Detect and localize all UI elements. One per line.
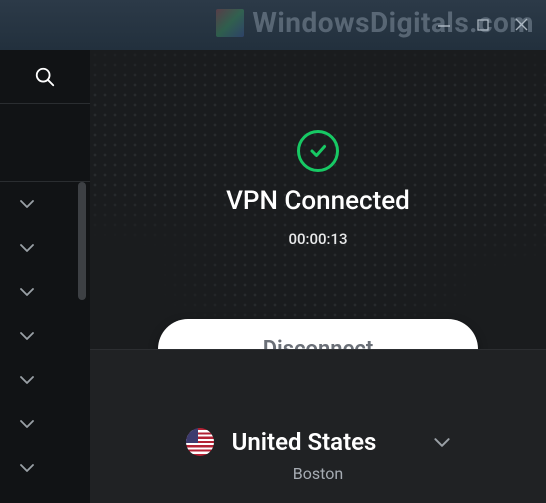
chevron-down-icon [20,287,34,297]
sidebar-item[interactable] [0,226,90,270]
location-city: Boston [293,464,343,483]
chevron-down-icon [20,331,34,341]
us-flag-icon [186,428,214,456]
location-area: United States Boston [90,350,546,503]
window-titlebar [0,0,546,50]
search-button[interactable] [0,50,90,104]
minimize-button[interactable] [437,16,451,35]
location-selector[interactable]: United States [186,428,451,456]
sidebar [0,50,90,503]
search-icon [34,66,56,88]
chevron-down-icon [434,437,450,448]
connection-status: VPN Connected 00:00:13 [90,130,546,248]
chevron-down-icon [20,463,34,473]
sidebar-item[interactable] [0,270,90,314]
location-country: United States [232,428,377,456]
sidebar-item[interactable] [0,446,90,490]
sidebar-header-row [0,104,90,182]
disconnect-label: Disconnect [263,337,374,351]
world-map: VPN Connected 00:00:13 Disconnect [90,50,546,350]
chevron-down-icon [20,419,34,429]
close-button[interactable] [515,16,528,35]
sidebar-item[interactable] [0,402,90,446]
status-title: VPN Connected [226,186,410,216]
connection-timer: 00:00:13 [288,230,347,248]
sidebar-scrollbar[interactable] [78,182,86,300]
disconnect-button[interactable]: Disconnect [158,319,478,350]
main-area: VPN Connected 00:00:13 Disconnect United… [0,50,546,503]
sidebar-item[interactable] [0,182,90,226]
chevron-down-icon [20,199,34,209]
connected-check-icon [297,130,339,172]
chevron-down-icon [20,375,34,385]
chevron-down-icon [20,243,34,253]
maximize-button[interactable] [477,16,489,35]
content-panel: VPN Connected 00:00:13 Disconnect United… [90,50,546,503]
sidebar-item[interactable] [0,358,90,402]
sidebar-list [0,182,90,503]
sidebar-item[interactable] [0,314,90,358]
